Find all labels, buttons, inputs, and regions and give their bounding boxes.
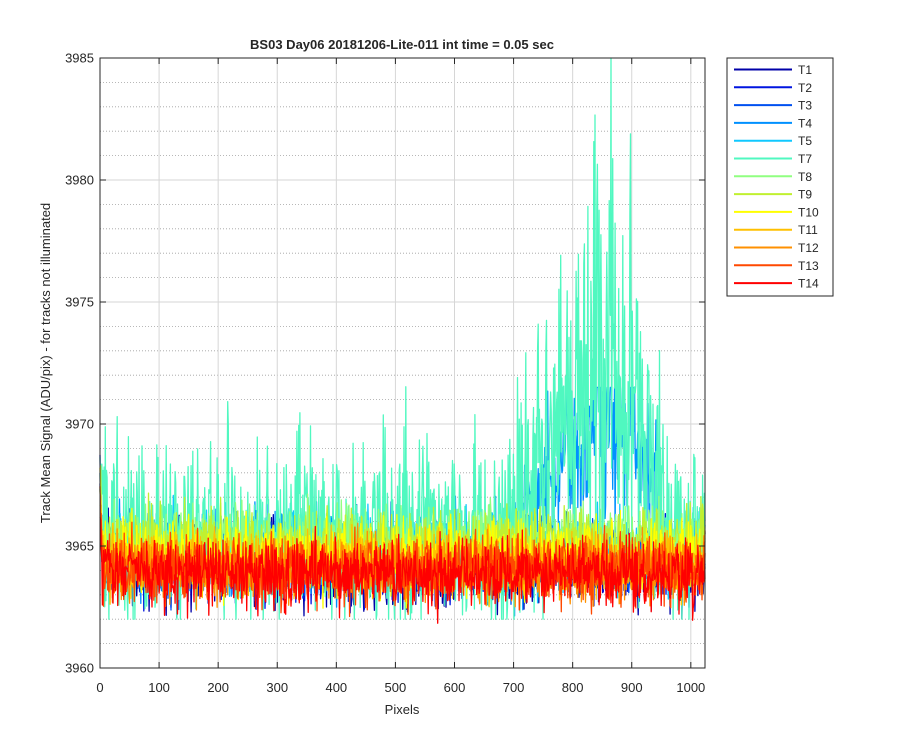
legend-label: T8 (798, 170, 812, 184)
x-tick-label: 1000 (676, 680, 705, 695)
legend-label: T3 (798, 99, 812, 113)
x-tick-label: 800 (562, 680, 584, 695)
x-tick-label: 700 (503, 680, 525, 695)
x-axis-label: Pixels (385, 702, 420, 717)
legend-label: T1 (798, 63, 812, 77)
x-tick-label: 500 (385, 680, 407, 695)
y-tick-label: 3960 (65, 661, 94, 676)
legend-label: T2 (798, 81, 812, 95)
legend-label: T9 (798, 188, 812, 202)
legend-label: T7 (798, 152, 812, 166)
legend-label: T10 (798, 205, 819, 219)
legend-label: T13 (798, 259, 819, 273)
legend-label: T11 (798, 223, 818, 237)
chart-title: BS03 Day06 20181206-Lite-011 int time = … (250, 37, 554, 52)
x-tick-label: 600 (444, 680, 466, 695)
x-tick-label: 100 (148, 680, 170, 695)
y-tick-label: 3970 (65, 417, 94, 432)
y-axis-label: Track Mean Signal (ADU/pix) - for tracks… (38, 203, 53, 523)
y-tick-label: 3980 (65, 173, 94, 188)
x-tick-label: 400 (325, 680, 347, 695)
y-tick-label: 3965 (65, 539, 94, 554)
chart-figure: BS03 Day06 20181206-Lite-011 int time = … (0, 0, 900, 750)
x-tick-label: 200 (207, 680, 229, 695)
x-tick-label: 300 (266, 680, 288, 695)
legend-label: T12 (798, 241, 819, 255)
y-tick-label: 3975 (65, 295, 94, 310)
y-tick-label: 3985 (65, 51, 94, 66)
x-tick-label: 0 (96, 680, 103, 695)
x-tick-label: 900 (621, 680, 643, 695)
legend-label: T14 (798, 277, 819, 291)
legend: T1 T2 T3 T4 T5 T7 T8 T9 T10 T11 T12 T13 T14 (726, 57, 834, 297)
legend-label: T4 (798, 116, 812, 130)
legend-label: T5 (798, 134, 812, 148)
